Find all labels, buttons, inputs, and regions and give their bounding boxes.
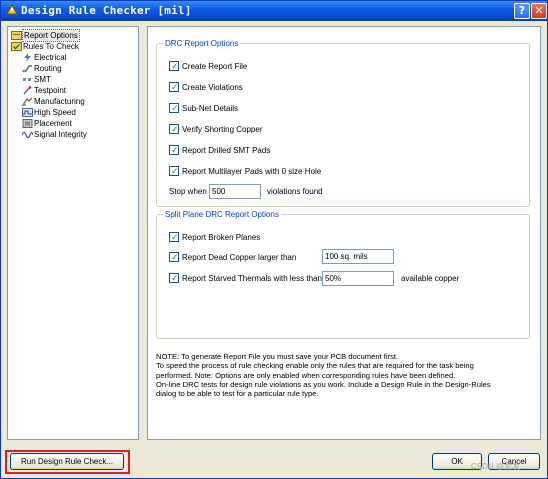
verify-shorting-copper-label: Verify Shorting Copper bbox=[182, 125, 263, 134]
group-title: DRC Report Options bbox=[163, 38, 241, 49]
sub-net-details-label: Sub-Net Details bbox=[182, 104, 239, 113]
options-panel: DRC Report Options ✓ Create Report File … bbox=[147, 26, 541, 440]
create-violations-label: Create Violations bbox=[182, 83, 243, 92]
note-line: performed. Note: Options are only enable… bbox=[156, 370, 456, 380]
app-icon bbox=[6, 4, 18, 15]
help-button[interactable]: ? bbox=[514, 3, 530, 19]
group-title: Split Plane DRC Report Options bbox=[163, 209, 281, 220]
dead-copper-input[interactable]: 100 sq. mils bbox=[322, 249, 394, 264]
design-rule-checker-dialog: Design Rule Checker [mil] ? ✕ Report Opt… bbox=[0, 0, 548, 479]
electrical-icon bbox=[24, 53, 31, 62]
stop-when-label: Stop when bbox=[169, 187, 207, 196]
split-plane-options-group: Split Plane DRC Report Options ✓ Report … bbox=[156, 209, 530, 339]
report-multilayer-pads-label: Report Multilayer Pads with 0 size Hole bbox=[182, 167, 322, 176]
starved-thermals-input[interactable]: 50% bbox=[322, 271, 394, 286]
tree-item-label: Testpoint bbox=[34, 86, 67, 95]
violations-found-label: violations found bbox=[267, 187, 323, 196]
create-report-file-label: Create Report File bbox=[182, 62, 248, 71]
report-starved-thermals-checkbox[interactable]: ✓ bbox=[169, 273, 179, 283]
tree-item-label: Routing bbox=[34, 64, 62, 73]
rules-to-check-icon bbox=[11, 42, 22, 51]
create-violations-checkbox[interactable]: ✓ bbox=[169, 82, 179, 92]
sub-net-details-checkbox[interactable]: ✓ bbox=[169, 103, 179, 113]
tree-item-label: Rules To Check bbox=[23, 42, 79, 51]
available-copper-label: available copper bbox=[401, 274, 460, 283]
note-line: NOTE: To generate Report File you must s… bbox=[156, 352, 399, 361]
report-dead-copper-label: Report Dead Copper larger than bbox=[182, 253, 297, 262]
testpoint-icon bbox=[23, 86, 32, 95]
run-design-rule-check-button[interactable]: Run Design Rule Check... bbox=[10, 453, 124, 470]
rules-tree[interactable]: Report Options Rules To Check Electrical… bbox=[7, 26, 139, 440]
tree-item-label: High Speed bbox=[34, 108, 76, 117]
report-starved-thermals-label: Report Starved Thermals with less than bbox=[182, 274, 322, 283]
report-drilled-smt-pads-checkbox[interactable]: ✓ bbox=[169, 145, 179, 155]
report-broken-planes-checkbox[interactable]: ✓ bbox=[169, 232, 179, 242]
tree-item-label: SMT bbox=[34, 75, 51, 84]
tree-item-label: Report Options bbox=[22, 29, 80, 42]
routing-icon bbox=[22, 65, 32, 73]
verify-shorting-copper-checkbox[interactable]: ✓ bbox=[169, 124, 179, 134]
create-report-file-checkbox[interactable]: ✓ bbox=[169, 61, 179, 71]
tree-item-label: Manufacturing bbox=[34, 97, 85, 106]
window-title: Design Rule Checker [mil] bbox=[21, 4, 192, 17]
note-line: To speed the process of rule checking en… bbox=[156, 361, 474, 371]
report-dead-copper-checkbox[interactable]: ✓ bbox=[169, 252, 179, 262]
tree-item-label: Signal Integrity bbox=[34, 130, 87, 139]
title-bar[interactable]: Design Rule Checker [mil] ? ✕ bbox=[1, 1, 547, 21]
high-speed-icon bbox=[22, 108, 33, 117]
smt-icon bbox=[23, 78, 31, 81]
manufacturing-icon bbox=[22, 97, 33, 106]
placement-icon bbox=[22, 119, 33, 128]
close-button[interactable]: ✕ bbox=[531, 3, 547, 19]
note-text: NOTE: To generate Report File you must s… bbox=[156, 352, 526, 398]
report-broken-planes-label: Report Broken Planes bbox=[182, 233, 261, 242]
stop-when-input[interactable]: 500 bbox=[209, 184, 261, 199]
report-options-icon bbox=[11, 31, 22, 40]
note-line: dialog to be able to test for a particul… bbox=[156, 389, 319, 399]
signal-integrity-icon bbox=[22, 131, 33, 139]
watermark: CSDN @爱发... bbox=[471, 462, 527, 471]
report-drilled-smt-pads-label: Report Drilled SMT Pads bbox=[182, 146, 271, 155]
note-line: On-line DRC tests for design rule violat… bbox=[156, 379, 491, 389]
tree-item-label: Placement bbox=[34, 119, 72, 128]
drc-report-options-group: DRC Report Options ✓ Create Report File … bbox=[156, 38, 530, 207]
report-multilayer-pads-checkbox[interactable]: ✓ bbox=[169, 166, 179, 176]
tree-item-label: Electrical bbox=[34, 53, 67, 62]
